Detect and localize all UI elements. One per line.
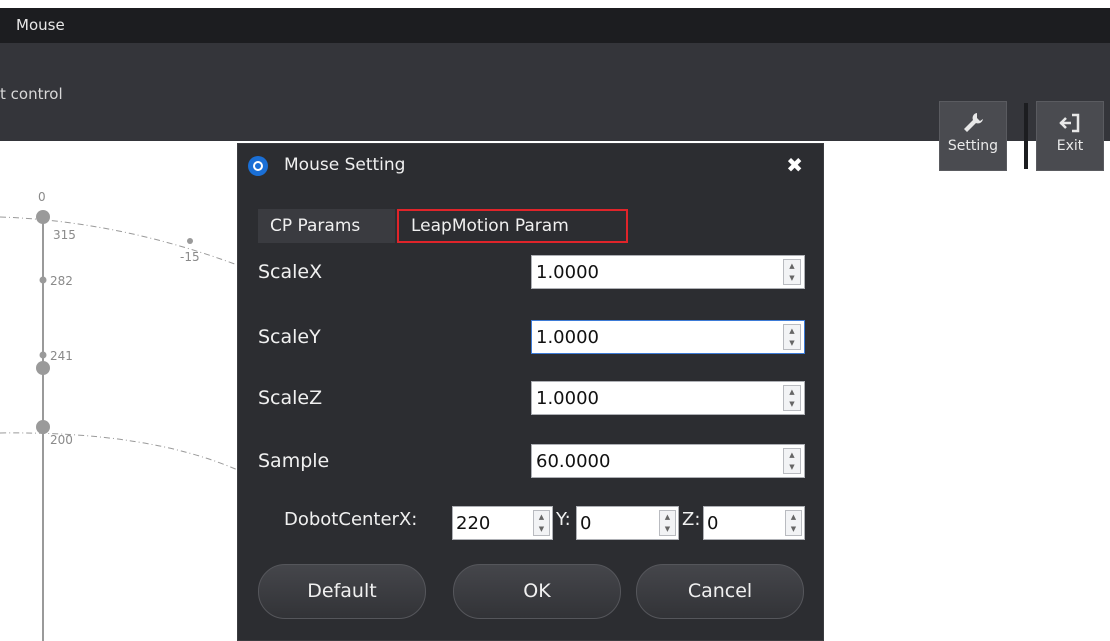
center-z-label: Z: [682,509,701,530]
center-x-spinbox[interactable]: ▲ ▼ [452,506,553,540]
spin-down-icon[interactable]: ▼ [784,461,800,473]
plot-point-200 [36,420,50,434]
sample-stepper[interactable]: ▲ ▼ [783,448,801,474]
mode-label: t control [0,85,63,103]
plot-point-big [36,361,50,375]
scalex-label: ScaleX [258,261,323,283]
plot-label-200: 200 [50,433,73,447]
plot-label-neg15: -15 [180,250,200,264]
window-title: Mouse [16,16,65,34]
spin-up-icon[interactable]: ▲ [660,511,675,523]
spin-down-icon[interactable]: ▼ [660,523,675,535]
spin-up-icon[interactable]: ▲ [784,260,800,272]
sample-input[interactable] [536,447,771,475]
tab-cp-params[interactable]: CP Params [258,209,395,243]
scaley-label: ScaleY [258,326,321,348]
center-z-input[interactable] [707,509,777,537]
dialog-title: Mouse Setting [284,155,406,175]
center-y-label: Y: [556,509,571,530]
center-y-input[interactable] [580,509,652,537]
wrench-icon [964,113,983,132]
spin-up-icon[interactable]: ▲ [534,511,549,523]
dialog-titlebar: Mouse Setting ✖ [238,144,823,187]
plot-point-315 [36,210,50,224]
sample-spinbox[interactable]: ▲ ▼ [531,444,805,478]
scaley-stepper[interactable]: ▲ ▼ [783,324,801,350]
toolbar: t control Setting Exit [0,43,1110,171]
close-icon[interactable]: ✖ [786,153,803,177]
spin-up-icon[interactable]: ▲ [784,386,800,398]
scalez-label: ScaleZ [258,387,323,409]
spin-down-icon[interactable]: ▼ [784,337,800,349]
spin-up-icon[interactable]: ▲ [786,511,801,523]
scalez-spinbox[interactable]: ▲ ▼ [531,381,805,415]
app-logo-icon [248,156,268,176]
tab-leapmotion-param[interactable]: LeapMotion Param [397,209,628,243]
scalex-spinbox[interactable]: ▲ ▼ [531,255,805,289]
center-y-stepper[interactable]: ▲ ▼ [659,510,676,536]
plot-point-neg15 [187,238,193,244]
default-button[interactable]: Default [258,564,426,619]
scalez-input[interactable] [536,384,771,412]
plot-arc-inner [0,432,241,472]
plot-point-241 [39,351,47,359]
plot-label-315: 315 [53,228,76,242]
plot-label-282: 282 [50,274,73,288]
spin-up-icon[interactable]: ▲ [784,325,800,337]
window-titlebar: Mouse [0,8,1110,43]
plot-label-0: 0 [38,190,46,204]
spin-down-icon[interactable]: ▼ [784,398,800,410]
ok-button[interactable]: OK [453,564,621,619]
center-z-stepper[interactable]: ▲ ▼ [785,510,802,536]
scalex-input[interactable] [536,258,771,286]
cancel-button[interactable]: Cancel [636,564,804,619]
plot-label-241: 241 [50,349,73,363]
exit-icon [1059,113,1080,133]
plot-point-282 [39,276,47,284]
scalex-stepper[interactable]: ▲ ▼ [783,259,801,285]
spin-down-icon[interactable]: ▼ [784,272,800,284]
spin-up-icon[interactable]: ▲ [784,449,800,461]
scaley-spinbox[interactable]: ▲ ▼ [531,320,805,354]
center-x-stepper[interactable]: ▲ ▼ [533,510,550,536]
center-y-spinbox[interactable]: ▲ ▼ [576,506,679,540]
center-z-spinbox[interactable]: ▲ ▼ [703,506,805,540]
spin-down-icon[interactable]: ▼ [786,523,801,535]
plot-arc-outer [0,216,241,267]
dobot-center-label: DobotCenterX: [284,509,418,530]
scalez-stepper[interactable]: ▲ ▼ [783,385,801,411]
sample-label: Sample [258,450,330,472]
center-x-input[interactable] [456,509,526,537]
scaley-input[interactable] [536,323,771,351]
spin-down-icon[interactable]: ▼ [534,523,549,535]
